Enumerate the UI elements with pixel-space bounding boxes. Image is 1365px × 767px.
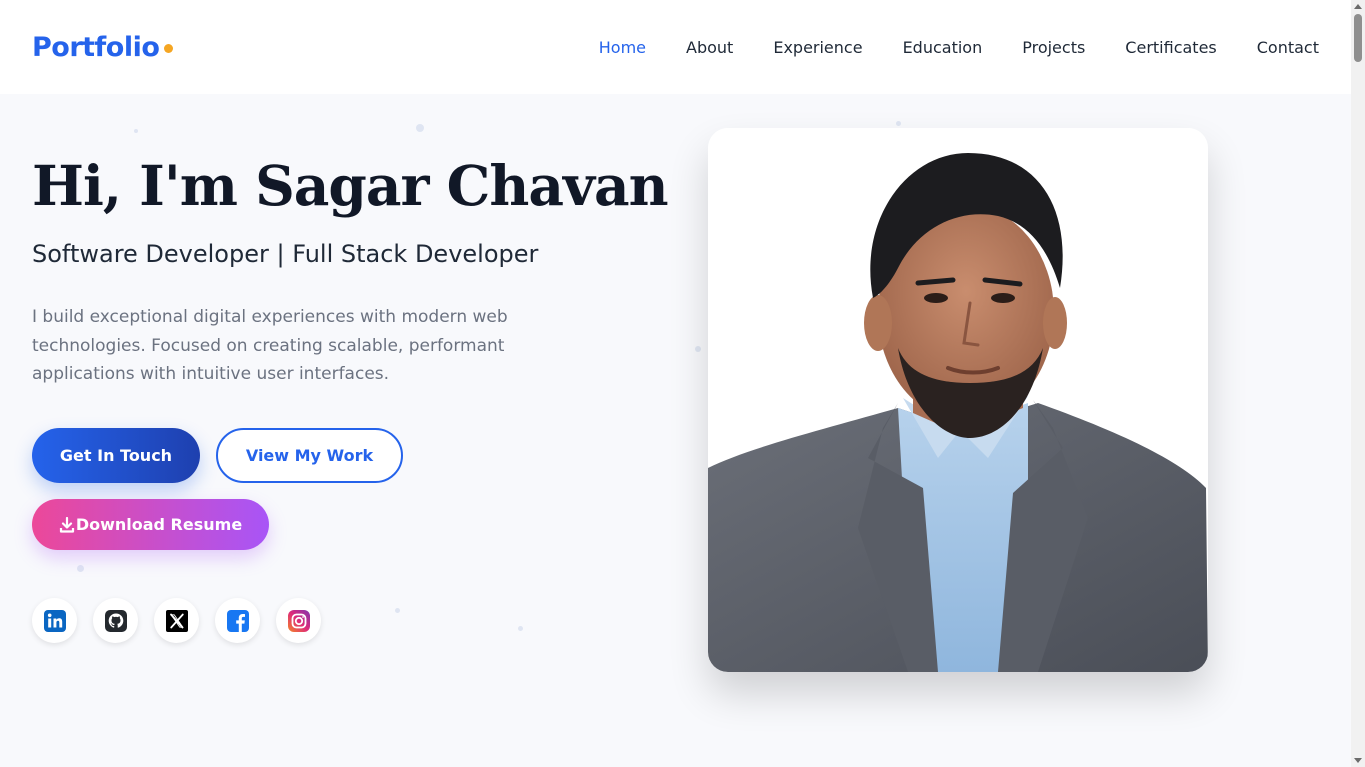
download-resume-button[interactable]: Download Resume	[32, 499, 269, 550]
facebook-link[interactable]	[215, 598, 260, 643]
logo-text: Portfolio	[32, 31, 160, 63]
particle	[395, 608, 400, 613]
page-scrollbar[interactable]	[1351, 0, 1365, 767]
linkedin-icon	[43, 609, 66, 632]
logo-dot	[164, 43, 174, 53]
instagram-link[interactable]	[276, 598, 321, 643]
particle	[134, 129, 138, 133]
nav-link-education[interactable]: Education	[903, 38, 983, 57]
page: Portfolio Home About Experience Educatio…	[0, 0, 1365, 767]
profile-photo-card	[708, 128, 1208, 672]
view-my-work-label: View My Work	[245, 446, 374, 465]
github-link[interactable]	[93, 598, 138, 643]
hero-subtitle: Software Developer | Full Stack Develope…	[32, 240, 539, 268]
scrollbar-thumb[interactable]	[1354, 14, 1362, 62]
github-icon	[104, 609, 127, 632]
instagram-icon	[287, 609, 310, 632]
scroll-down-arrow-icon[interactable]	[1354, 758, 1362, 763]
facebook-icon	[226, 609, 249, 632]
x-icon	[165, 609, 188, 632]
download-resume-label: Download Resume	[75, 515, 243, 534]
particle	[695, 346, 701, 352]
navbar: Portfolio Home About Experience Educatio…	[0, 0, 1351, 94]
get-in-touch-button[interactable]: Get In Touch	[32, 428, 200, 483]
scroll-up-arrow-icon[interactable]	[1354, 4, 1362, 9]
linkedin-link[interactable]	[32, 598, 77, 643]
get-in-touch-label: Get In Touch	[59, 446, 173, 465]
nav-link-certificates[interactable]: Certificates	[1125, 38, 1216, 57]
nav-link-contact[interactable]: Contact	[1257, 38, 1319, 57]
particle	[77, 565, 84, 572]
profile-photo	[708, 128, 1208, 672]
nav-link-projects[interactable]: Projects	[1022, 38, 1085, 57]
hero-title: Hi, I'm Sagar Chavan	[32, 153, 669, 218]
hero-description: I build exceptional digital experiences …	[32, 307, 508, 384]
nav-link-about[interactable]: About	[686, 38, 733, 57]
view-my-work-button[interactable]: View My Work	[216, 428, 403, 483]
particle	[416, 124, 424, 132]
download-icon	[59, 516, 74, 533]
particle	[896, 121, 901, 126]
nav-link-home[interactable]: Home	[599, 38, 646, 57]
particle	[518, 626, 523, 631]
nav-links: Home About Experience Education Projects…	[559, 38, 1319, 57]
x-link[interactable]	[154, 598, 199, 643]
nav-link-experience[interactable]: Experience	[773, 38, 862, 57]
logo[interactable]: Portfolio	[32, 31, 174, 63]
